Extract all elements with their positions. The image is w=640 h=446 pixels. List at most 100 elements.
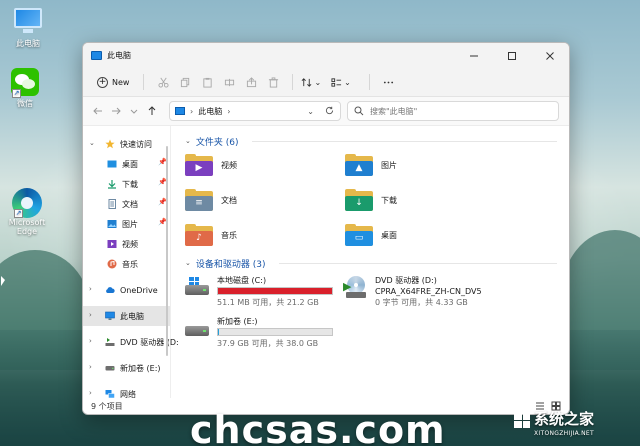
chevron-right-icon[interactable]: › (89, 363, 97, 371)
chevron-down-icon: ⌄ (344, 77, 351, 87)
folder-label: 文档 (221, 195, 237, 205)
sidebar-item-downloads[interactable]: 下载 📌 (83, 174, 170, 194)
drive-usage-bar (217, 287, 333, 295)
desktop-icon-edge[interactable]: ↗ Microsoft Edge (0, 188, 54, 236)
drives-grid: 本地磁盘 (C:) 51.1 MB 可用，共 21.2 GB ▶ DVD 驱动器… (185, 275, 557, 349)
sidebar-item-dvd-drive[interactable]: › DVD 驱动器 (D: (83, 332, 179, 352)
folder-pictures[interactable]: ▲ 图片 (345, 153, 505, 177)
scissors-icon (158, 77, 169, 88)
sidebar-item-quick-access[interactable]: ⌄ 快速访问 (83, 134, 170, 154)
desktop-icon-label: 微信 (17, 99, 33, 108)
recent-locations-button[interactable] (125, 102, 143, 120)
picture-folder-icon: ▲ (345, 154, 373, 176)
chevron-down-icon: ⌄ (185, 137, 191, 145)
title-bar[interactable]: 此电脑 (83, 43, 569, 68)
drive-new-volume-e[interactable]: 新加卷 (E:) 37.9 GB 可用，共 38.0 GB (185, 316, 345, 349)
delete-button[interactable] (262, 72, 284, 92)
music-icon (107, 259, 117, 269)
cloud-icon (106, 287, 115, 293)
folder-videos[interactable]: ▶ 视频 (185, 153, 345, 177)
share-button[interactable] (240, 72, 262, 92)
back-button[interactable] (89, 102, 107, 120)
windows-logo-icon (514, 412, 530, 428)
sidebar-item-pictures[interactable]: 图片 📌 (83, 214, 170, 234)
drive-free-space: 0 字节 可用，共 4.33 GB (375, 298, 468, 307)
drives-group-header[interactable]: ⌄ 设备和驱动器 (3) (185, 256, 557, 270)
desktop-icon-this-pc[interactable]: 此电脑 (0, 8, 56, 49)
chevron-down-icon[interactable]: ⌄ (89, 139, 97, 147)
this-pc-icon (175, 107, 185, 115)
drive-name: 本地磁盘 (C:) (217, 276, 267, 285)
minimize-button[interactable] (455, 43, 493, 68)
sidebar-item-label: 此电脑 (120, 311, 144, 321)
close-button[interactable] (531, 43, 569, 68)
window-title: 此电脑 (107, 51, 131, 60)
close-icon (546, 51, 554, 60)
folder-label: 音乐 (221, 230, 237, 240)
search-box[interactable]: 搜索"此电脑" (347, 101, 559, 121)
chevron-right-icon[interactable]: › (89, 311, 97, 319)
breadcrumb-this-pc[interactable]: 此电脑 (198, 106, 222, 117)
sidebar-item-label: 下载 (122, 179, 138, 189)
folder-label: 下载 (381, 195, 397, 205)
group-divider (251, 140, 557, 142)
chevron-right-icon[interactable]: › (89, 285, 97, 293)
sidebar-item-new-volume[interactable]: › 新加卷 (E:) (83, 358, 170, 378)
drive-dvd-d[interactable]: ▶ DVD 驱动器 (D:) CPRA_X64FRE_ZH-CN_DV5 0 字… (343, 275, 505, 308)
folder-label: 图片 (381, 160, 397, 170)
sidebar-item-desktop[interactable]: 桌面 📌 (83, 154, 170, 174)
more-dots-icon (384, 81, 394, 83)
video-folder-icon: ▶ (185, 154, 213, 176)
chevron-down-icon (130, 109, 138, 114)
up-button[interactable] (143, 102, 161, 120)
folder-music[interactable]: ♪ 音乐 (185, 223, 345, 247)
sidebar-item-videos[interactable]: 视频 (83, 234, 170, 254)
drive-local-disk-c[interactable]: 本地磁盘 (C:) 51.1 MB 可用，共 21.2 GB (185, 275, 345, 308)
sidebar-item-label: OneDrive (120, 285, 158, 295)
navigation-pane-scrollbar[interactable] (166, 146, 168, 356)
paste-button[interactable] (196, 72, 218, 92)
sidebar-item-label: 新加卷 (E:) (120, 363, 161, 373)
sidebar-item-this-pc[interactable]: › 此电脑 (83, 306, 170, 326)
folder-documents[interactable]: ≡ 文档 (185, 188, 345, 212)
plus-icon: + (97, 76, 108, 88)
monitor-icon (13, 8, 43, 36)
cut-button[interactable] (152, 72, 174, 92)
drive-usage-bar (217, 328, 333, 336)
chevron-right-icon[interactable]: › (89, 389, 97, 397)
sidebar-item-label: 桌面 (122, 159, 138, 169)
more-options-button[interactable] (378, 72, 400, 92)
copy-button[interactable] (174, 72, 196, 92)
search-icon (354, 106, 364, 116)
pin-icon: 📌 (158, 178, 167, 186)
sidebar-item-onedrive[interactable]: › OneDrive (83, 280, 170, 300)
minimize-icon (470, 55, 478, 56)
clipboard-icon (203, 77, 212, 88)
folder-downloads[interactable]: ↓ 下载 (345, 188, 505, 212)
toolbar-divider (143, 74, 145, 90)
view-button[interactable]: ⌄ (331, 77, 351, 88)
forward-button[interactable] (107, 102, 125, 120)
chevron-right-icon[interactable]: › (89, 337, 97, 345)
refresh-icon (325, 106, 334, 114)
drive-volume-label: CPRA_X64FRE_ZH-CN_DV5 (375, 287, 482, 296)
desktop-icon-wechat[interactable]: ↗ 微信 (0, 68, 53, 109)
address-dropdown-icon[interactable]: ⌄ (307, 107, 314, 116)
document-icon (108, 199, 116, 209)
sidebar-item-label: 视频 (122, 239, 138, 249)
maximize-button[interactable] (493, 43, 531, 68)
sidebar-item-music[interactable]: 音乐 (83, 254, 170, 274)
drive-name: 新加卷 (E:) (217, 317, 258, 326)
folder-desktop[interactable]: ▭ 桌面 (345, 223, 505, 247)
refresh-button[interactable] (325, 106, 334, 117)
sidebar-item-label: 快速访问 (120, 139, 152, 149)
sort-button[interactable]: ⌄ (301, 77, 321, 88)
rename-button[interactable] (218, 72, 240, 92)
folders-group-header[interactable]: ⌄ 文件夹 (6) (185, 134, 557, 148)
command-bar: + New ⌄ ⌄ (83, 68, 569, 97)
address-bar[interactable]: › 此电脑 › ⌄ (169, 101, 341, 121)
folders-group-title: 文件夹 (6) (195, 137, 239, 148)
sidebar-item-label: 文档 (122, 199, 138, 209)
new-button[interactable]: + New (91, 72, 135, 92)
sidebar-item-documents[interactable]: 文档 📌 (83, 194, 170, 214)
